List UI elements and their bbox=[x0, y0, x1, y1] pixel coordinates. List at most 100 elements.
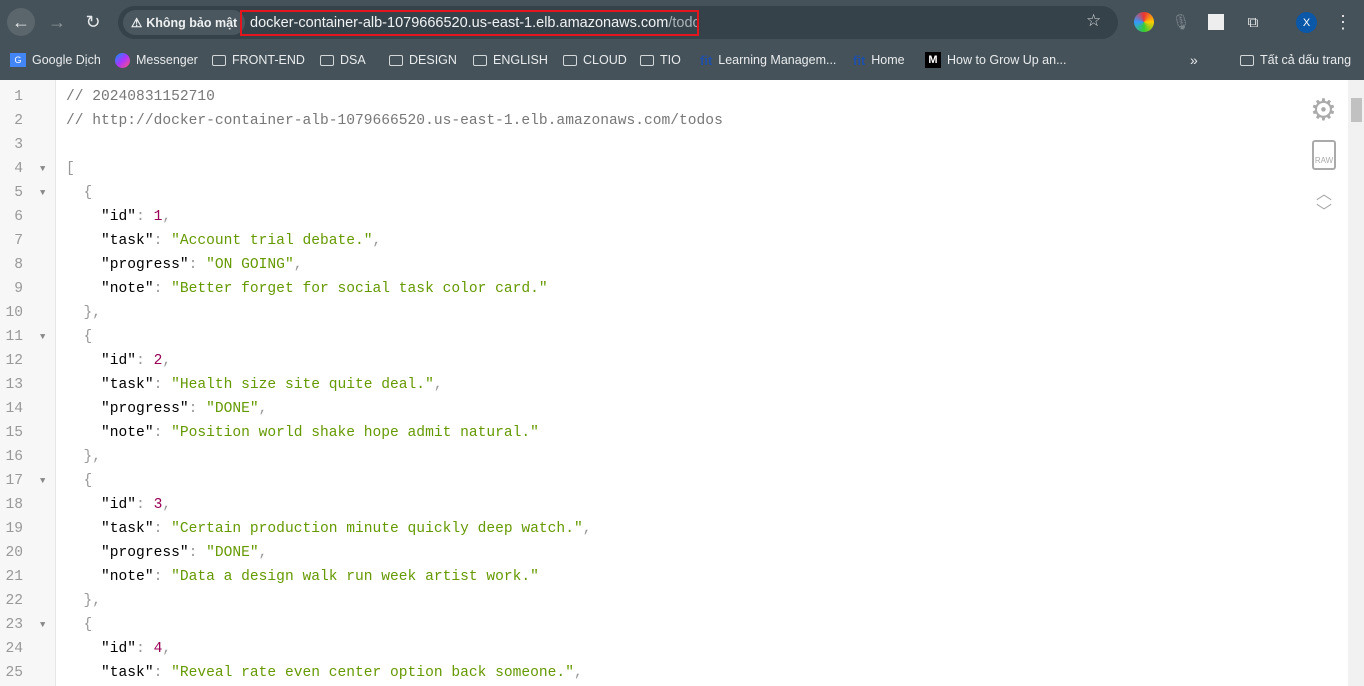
code-text: }, bbox=[66, 449, 102, 465]
code-text: "progress": "DONE", bbox=[66, 401, 268, 417]
chevron-down-icon[interactable]: ﹀ bbox=[1316, 198, 1332, 222]
line-number: 8 bbox=[14, 257, 23, 273]
code-text: "task": "Health size site quite deal.", bbox=[66, 377, 443, 393]
code-line: 15 "note": "Position world shake hope ad… bbox=[0, 421, 1300, 445]
fold-toggle-icon[interactable]: ▼ bbox=[40, 157, 45, 181]
code-text: }, bbox=[66, 593, 102, 609]
microphone-icon[interactable]: 🎙 bbox=[1171, 12, 1191, 32]
bookmark-item[interactable]: M How to Grow Up an... bbox=[925, 50, 1067, 70]
back-button[interactable]: ← bbox=[7, 8, 35, 36]
bookmark-item[interactable]: TIO bbox=[640, 50, 681, 70]
folder-icon bbox=[473, 54, 487, 66]
forward-button[interactable]: → bbox=[43, 8, 71, 36]
scrollbar-thumb[interactable] bbox=[1351, 98, 1362, 122]
code-line: 19 "task": "Certain production minute qu… bbox=[0, 517, 1300, 541]
line-number: 25 bbox=[5, 665, 23, 681]
code-line: 17 ▼ { bbox=[0, 469, 1300, 493]
bookmark-item[interactable]: Messenger bbox=[115, 50, 198, 70]
bookmark-label: DESIGN bbox=[409, 53, 457, 67]
code-text: { bbox=[66, 473, 93, 489]
code-line: 2 // http://docker-container-alb-10796665… bbox=[0, 109, 1300, 133]
folder-icon bbox=[389, 54, 403, 66]
bookmark-item[interactable]: CLOUD bbox=[563, 50, 627, 70]
settings-gear-icon[interactable]: ⚙ bbox=[1310, 96, 1337, 126]
bookmark-label: ENGLISH bbox=[493, 53, 548, 67]
browser-toolbar: ← → ↻ ⚠ Không bảo mật docker-container-al… bbox=[0, 0, 1364, 80]
code-line: 11 ▼ { bbox=[0, 325, 1300, 349]
url-input[interactable]: docker-container-alb-1079666520.us-east-… bbox=[240, 10, 699, 36]
avatar[interactable]: X bbox=[1296, 12, 1317, 33]
fold-toggle-icon[interactable]: ▼ bbox=[40, 325, 45, 349]
qr-code-icon[interactable] bbox=[1208, 14, 1224, 30]
line-number: 21 bbox=[5, 569, 23, 585]
line-number: 13 bbox=[5, 377, 23, 393]
line-number: 18 bbox=[5, 497, 23, 513]
code-text: }, bbox=[66, 305, 102, 321]
fold-toggle-icon[interactable]: ▼ bbox=[40, 181, 45, 205]
code-text: "id": 4, bbox=[66, 641, 172, 657]
raw-view-icon[interactable]: RAW bbox=[1312, 140, 1336, 170]
line-number: 2 bbox=[14, 113, 23, 129]
color-picker-extension-icon[interactable] bbox=[1134, 12, 1154, 32]
code-text: "task": "Reveal rate even center option … bbox=[66, 665, 583, 681]
scrollbar[interactable] bbox=[1348, 80, 1364, 686]
code-line: 16 }, bbox=[0, 445, 1300, 469]
line-number: 1 bbox=[14, 89, 23, 105]
code-text: "task": "Certain production minute quick… bbox=[66, 521, 592, 537]
google-translate-icon: G bbox=[10, 53, 26, 67]
reload-button[interactable]: ↻ bbox=[79, 8, 107, 36]
fold-toggle-icon[interactable]: ▼ bbox=[40, 613, 45, 637]
code-text: { bbox=[66, 185, 93, 201]
folder-icon bbox=[212, 54, 226, 66]
security-indicator[interactable]: ⚠ Không bảo mật bbox=[123, 10, 246, 35]
code-line: 14 "progress": "DONE", bbox=[0, 397, 1300, 421]
bookmark-label: CLOUD bbox=[583, 53, 627, 67]
fold-toggle-icon[interactable]: ▼ bbox=[40, 469, 45, 493]
folder-icon bbox=[1240, 54, 1254, 66]
extensions-icon[interactable]: ⧉ bbox=[1243, 12, 1263, 32]
line-number: 24 bbox=[5, 641, 23, 657]
bookmark-item[interactable]: fit Learning Managem... bbox=[700, 50, 836, 70]
bookmark-item[interactable]: G Google Dịch bbox=[10, 50, 101, 70]
messenger-icon bbox=[115, 52, 130, 68]
bookmark-label: FRONT-END bbox=[232, 53, 305, 67]
bookmark-label: How to Grow Up an... bbox=[947, 53, 1067, 67]
all-bookmarks[interactable]: Tất cả dấu trang bbox=[1240, 50, 1351, 70]
code-line: 25 "task": "Reveal rate even center opti… bbox=[0, 661, 1300, 685]
code-line: 6 "id": 1, bbox=[0, 205, 1300, 229]
line-number: 17 bbox=[5, 473, 23, 489]
more-bookmarks-icon[interactable]: » bbox=[1190, 50, 1198, 70]
code-text: [ bbox=[66, 161, 75, 177]
fit-icon: fit bbox=[700, 52, 713, 68]
line-number: 3 bbox=[14, 137, 23, 153]
bookmark-item[interactable]: FRONT-END bbox=[212, 50, 305, 70]
line-number: 16 bbox=[5, 449, 23, 465]
bookmark-label: Google Dịch bbox=[32, 53, 101, 67]
bookmark-star-icon[interactable]: ☆ bbox=[1086, 11, 1101, 31]
code-text: "note": "Better forget for social task c… bbox=[66, 281, 548, 297]
bookmark-item[interactable]: ENGLISH bbox=[473, 50, 548, 70]
code-line: 8 "progress": "ON GOING", bbox=[0, 253, 1300, 277]
code-text: "note": "Position world shake hope admit… bbox=[66, 425, 539, 441]
line-number: 7 bbox=[14, 233, 23, 249]
code-line: 20 "progress": "DONE", bbox=[0, 541, 1300, 565]
bookmark-item[interactable]: DSA bbox=[320, 50, 366, 70]
code-text: "note": "Data a design walk run week art… bbox=[66, 569, 539, 585]
bookmark-label: TIO bbox=[660, 53, 681, 67]
code-line: 4 ▼ [ bbox=[0, 157, 1300, 181]
line-number: 14 bbox=[5, 401, 23, 417]
fit-icon: fit bbox=[853, 52, 866, 68]
line-number: 20 bbox=[5, 545, 23, 561]
code-line: 12 "id": 2, bbox=[0, 349, 1300, 373]
code-text: "task": "Account trial debate.", bbox=[66, 233, 382, 249]
code-text: "progress": "DONE", bbox=[66, 545, 268, 561]
bookmark-item[interactable]: fit Home bbox=[853, 50, 905, 70]
folder-icon bbox=[320, 54, 334, 66]
bookmark-label: DSA bbox=[340, 53, 366, 67]
code-text: // http://docker-container-alb-107966652… bbox=[66, 113, 723, 129]
bookmark-item[interactable]: DESIGN bbox=[389, 50, 457, 70]
line-number: 22 bbox=[5, 593, 23, 609]
line-number: 9 bbox=[14, 281, 23, 297]
bookmark-label: Messenger bbox=[136, 53, 198, 67]
menu-icon[interactable]: ⋮ bbox=[1333, 12, 1353, 32]
